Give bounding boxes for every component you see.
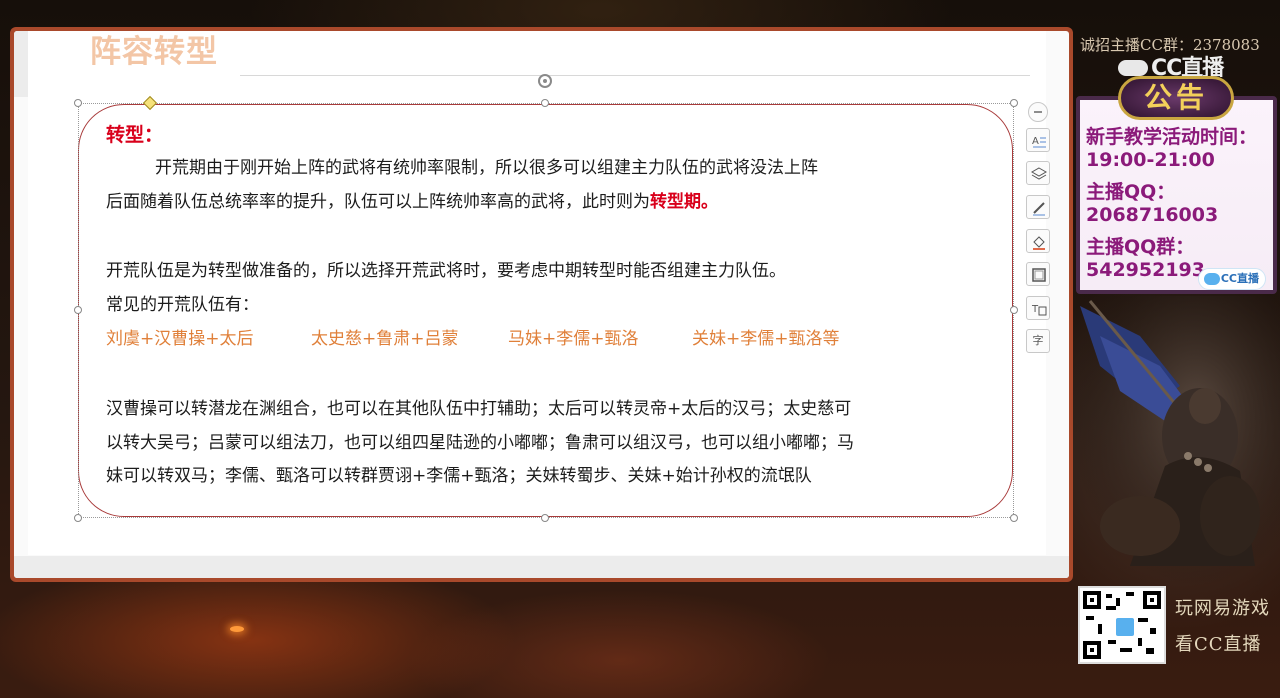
paragraph-1-line-2: 后面随着队伍总统率率的提升，队伍可以上阵统帅率高的武将，此时则为转型期。 <box>106 191 718 213</box>
notice-line: 主播QQ： <box>1086 181 1176 203</box>
character-icon[interactable]: 字 <box>1026 329 1050 353</box>
title-divider <box>240 75 1030 76</box>
qr-finder <box>1083 591 1101 609</box>
paragraph-4-line-3: 妹可以转双马；李儒、甄洛可以转群贾诩+李儒+甄洛；关妹转蜀步、关妹+始计孙权的流… <box>106 466 812 486</box>
qr-module <box>1106 606 1116 610</box>
qr-module <box>1116 598 1120 606</box>
fill-icon[interactable] <box>1026 229 1050 253</box>
promo-line-2: 看CC直播 <box>1175 634 1262 655</box>
cloud-icon <box>1118 60 1148 76</box>
qr-module <box>1120 648 1132 652</box>
paragraph-4-line-1: 汉曹操可以转潜龙在渊组合，也可以在其他队伍中打辅助；太后可以转灵帝+太后的汉弓；… <box>106 399 852 419</box>
cc-cloud-icon <box>1114 616 1136 638</box>
notice-line: 19:00-21:00 <box>1086 149 1215 171</box>
team-item: 马妹+李儒+甄洛 <box>508 329 639 349</box>
warrior-artwork <box>1070 296 1280 586</box>
transition-period-highlight: 转型期。 <box>650 192 718 212</box>
team-item: 关妹+李儒+甄洛等 <box>692 329 840 349</box>
text-format-icon[interactable]: A <box>1026 128 1050 152</box>
resize-handle-right[interactable] <box>1010 306 1018 314</box>
paragraph-1-line-2-text: 后面随着队伍总统率率的提升，队伍可以上阵统帅率高的武将，此时则为 <box>106 192 650 212</box>
svg-text:A: A <box>1032 136 1039 147</box>
qr-module <box>1106 594 1112 598</box>
paragraph-1-line-1: 开荒期由于刚开始上阵的武将有统帅率限制，所以很多可以组建主力队伍的武将没法上阵 <box>155 158 818 178</box>
paragraph-4-line-2: 以转大吴弓；吕蒙可以组法刀，也可以组四星陆逊的小嘟嘟；鲁肃可以组汉弓，也可以组小… <box>106 433 854 453</box>
qr-code <box>1078 586 1166 664</box>
resize-handle-bottom-left[interactable] <box>74 514 82 522</box>
resize-handle-left[interactable] <box>74 306 82 314</box>
text-box-icon[interactable]: T <box>1026 296 1050 320</box>
slide-bottom-margin <box>14 556 1069 578</box>
layers-icon[interactable] <box>1026 161 1050 185</box>
qr-finder <box>1083 641 1101 659</box>
team-item: 太史慈+鲁肃+吕蒙 <box>311 329 459 349</box>
qr-module <box>1126 592 1134 596</box>
notice-line: 新手教学活动时间： <box>1086 126 1258 148</box>
qr-module <box>1086 616 1094 620</box>
notice-line: 2068716003 <box>1086 204 1219 226</box>
qr-finder <box>1143 591 1161 609</box>
slide-title: 阵容转型 <box>90 34 218 70</box>
pen-icon[interactable] <box>1026 195 1050 219</box>
notice-line: 542952193 <box>1086 259 1205 281</box>
qr-module <box>1138 618 1148 622</box>
collapse-icon[interactable] <box>1028 102 1048 122</box>
team-item: 刘虞+汉曹操+太后 <box>106 329 254 349</box>
border-icon[interactable] <box>1026 262 1050 286</box>
qr-module <box>1138 638 1142 646</box>
paragraph-3: 常见的开荒队伍有： <box>106 295 259 315</box>
qr-module <box>1108 640 1116 644</box>
promo-line-1: 玩网易游戏 <box>1175 598 1270 619</box>
qr-module <box>1098 624 1102 634</box>
paragraph-2: 开荒队伍是为转型做准备的，所以选择开荒武将时，要考虑中期转型时能否组建主力队伍。 <box>106 261 786 281</box>
rotate-handle[interactable] <box>538 74 552 88</box>
ember-spark <box>230 626 244 632</box>
resize-handle-top-left[interactable] <box>74 99 82 107</box>
notice-title-badge: 公告 <box>1118 76 1234 120</box>
cc-mini-logo: CC直播 <box>1198 268 1266 290</box>
section-heading: 转型： <box>106 124 164 146</box>
qr-module <box>1150 628 1156 634</box>
resize-handle-bottom[interactable] <box>541 514 549 522</box>
resize-handle-bottom-right[interactable] <box>1010 514 1018 522</box>
resize-handle-top-right[interactable] <box>1010 99 1018 107</box>
svg-text:T: T <box>1031 304 1039 315</box>
resize-handle-top[interactable] <box>541 99 549 107</box>
qr-module <box>1146 648 1154 654</box>
notice-line: 主播QQ群： <box>1086 236 1195 258</box>
